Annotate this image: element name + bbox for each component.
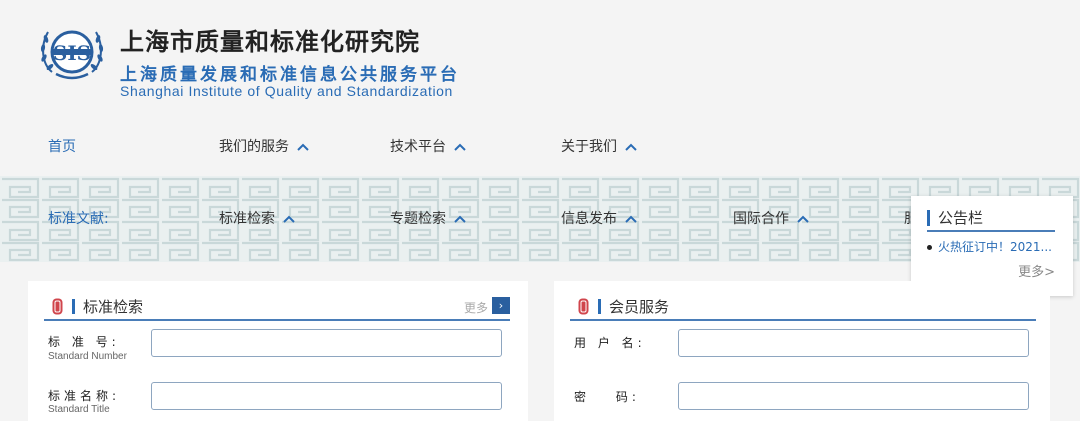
username-input[interactable] [678, 329, 1029, 357]
standard-number-sublabel: Standard Number [48, 351, 127, 362]
platform-name: 上海质量发展和标准信息公共服务平台 [120, 65, 460, 85]
nav-intl-cooperation[interactable]: 国际合作 [733, 203, 809, 235]
standard-title-label: 标准名称: [48, 389, 121, 403]
password-label: 密 码: [574, 390, 640, 404]
standard-number-input[interactable] [151, 329, 502, 357]
chevron-up-icon [297, 143, 309, 151]
panel-title-bar [598, 299, 601, 314]
member-service-title: 会员服务 [609, 298, 670, 316]
standard-title-sublabel: Standard Title [48, 404, 110, 415]
notice-title: 公告栏 [938, 209, 984, 227]
chevron-up-icon [454, 215, 466, 223]
primary-nav: 首页 我们的服务 技术平台 关于我们 [0, 130, 1080, 164]
notice-more-link[interactable]: 更多> [1018, 261, 1055, 280]
bullet-icon [927, 245, 932, 250]
standard-search-more-button[interactable]: › [492, 297, 510, 314]
nav-tech-platform[interactable]: 技术平台 [390, 130, 466, 164]
nav-home[interactable]: 首页 [48, 130, 76, 164]
standard-search-panel: 标准检索 更多 › 标 准 号: Standard Number 标准名称: S… [28, 281, 528, 421]
institute-logo-icon[interactable]: SIS [38, 22, 106, 82]
nav-info-release-label: 信息发布 [561, 211, 617, 227]
nav-intl-cooperation-label: 国际合作 [733, 211, 789, 227]
nav-home-label: 首页 [48, 139, 76, 155]
seal-icon [578, 298, 589, 315]
standard-search-more-link[interactable]: 更多 [464, 299, 488, 316]
nav-standard-search[interactable]: 标准检索 [219, 203, 295, 235]
site-header: SIS 上海市质量和标准化研究院 上海质量发展和标准信息公共服务平台 Shang… [0, 0, 1080, 112]
logo-text: SIS [53, 41, 91, 65]
standard-docs-label: 标准文献: [48, 211, 109, 227]
standard-title-input[interactable] [151, 382, 502, 410]
notice-item-text: 火热征订中！2021... [938, 240, 1052, 254]
chevron-up-icon [625, 215, 637, 223]
chevron-up-icon [454, 143, 466, 151]
member-service-panel: 会员服务 用 户 名: 密 码: [554, 281, 1050, 421]
seal-icon [52, 298, 63, 315]
notice-header: 公告栏 [927, 208, 1055, 232]
standard-number-label: 标 准 号: [48, 335, 120, 349]
institute-name: 上海市质量和标准化研究院 [120, 27, 420, 56]
member-service-header: 会员服务 [570, 295, 1036, 321]
nav-standard-search-label: 标准检索 [219, 211, 275, 227]
panel-title-bar [72, 299, 75, 314]
nav-topic-search-label: 专题检索 [390, 211, 446, 227]
password-input[interactable] [678, 382, 1029, 410]
nav-about-us[interactable]: 关于我们 [561, 130, 637, 164]
chevron-up-icon [283, 215, 295, 223]
chevron-up-icon [625, 143, 637, 151]
nav-about-us-label: 关于我们 [561, 139, 617, 155]
nav-our-services-label: 我们的服务 [219, 139, 289, 155]
institute-name-en: Shanghai Institute of Quality and Standa… [120, 83, 453, 99]
notice-item[interactable]: 火热征订中！2021... [927, 238, 1063, 256]
standard-search-title: 标准检索 [83, 298, 144, 316]
standard-search-header: 标准检索 更多 › [44, 295, 510, 321]
username-label: 用 户 名: [574, 336, 646, 350]
chevron-up-icon [797, 215, 809, 223]
nav-tech-platform-label: 技术平台 [390, 139, 446, 155]
nav-topic-search[interactable]: 专题检索 [390, 203, 466, 235]
nav-info-release[interactable]: 信息发布 [561, 203, 637, 235]
nav-our-services[interactable]: 我们的服务 [219, 130, 309, 164]
notice-title-bar [927, 210, 930, 226]
